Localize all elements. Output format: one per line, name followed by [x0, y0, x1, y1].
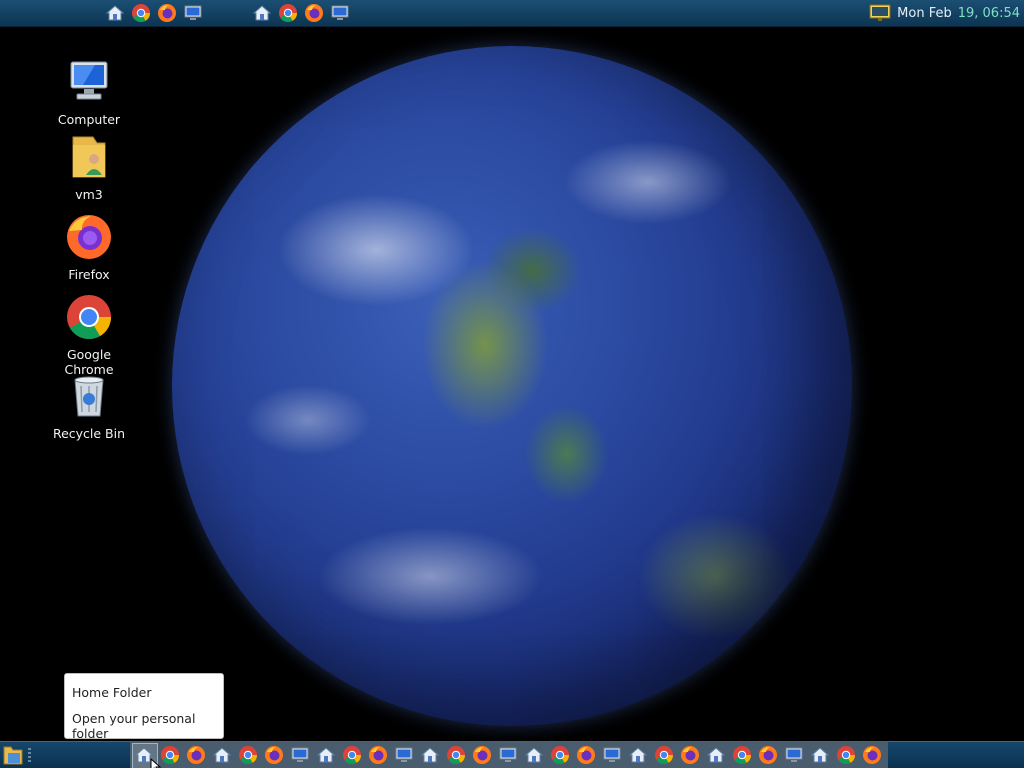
taskbar-home-icon[interactable] [523, 744, 545, 766]
taskbar-firefox-icon[interactable] [575, 744, 597, 766]
taskbar-chrome-icon[interactable] [341, 744, 363, 766]
home-folder-tooltip: Home Folder Open your personal folder [64, 673, 224, 741]
panel-handle[interactable] [28, 748, 31, 762]
recycle-bin-icon [63, 370, 115, 422]
user-folder-icon [63, 131, 115, 183]
desktop-icon-firefox[interactable]: Firefox [44, 211, 134, 282]
desktop-icon-label: Computer [57, 112, 121, 127]
desktop-icon-label: Recycle Bin [52, 426, 126, 441]
earth-wallpaper [172, 46, 852, 726]
taskbar-firefox-icon[interactable] [367, 744, 389, 766]
top-panel: Mon Feb 19, 06:54 [0, 0, 1024, 27]
desktop: Mon Feb 19, 06:54 Computer vm3 Firefox G… [0, 0, 1024, 768]
chrome-icon[interactable] [277, 2, 299, 24]
taskbar-home-icon[interactable] [809, 744, 831, 766]
taskbar-home-icon[interactable] [211, 744, 233, 766]
start-menu-button[interactable] [2, 744, 24, 766]
taskbar-chrome-icon[interactable] [549, 744, 571, 766]
desktop-icon-label: Firefox [68, 267, 110, 282]
tooltip-description: Open your personal folder [72, 711, 196, 741]
taskbar-computer-icon[interactable] [497, 744, 519, 766]
computer-icon[interactable] [182, 2, 204, 24]
clock-date: Mon Feb [897, 5, 952, 21]
taskbar-chrome-icon[interactable] [731, 744, 753, 766]
taskbar-chrome-icon[interactable] [653, 744, 675, 766]
chrome-icon[interactable] [130, 2, 152, 24]
network-icon[interactable] [869, 4, 891, 22]
taskbar-home-icon[interactable] [315, 744, 337, 766]
clock-area[interactable]: Mon Feb 19, 06:54 [869, 0, 1020, 26]
chrome-icon [63, 291, 115, 343]
firefox-icon[interactable] [156, 2, 178, 24]
taskbar-firefox-icon[interactable] [471, 744, 493, 766]
taskbar-firefox-icon[interactable] [185, 744, 207, 766]
taskbar-home-icon[interactable] [705, 744, 727, 766]
computer-icon [63, 56, 115, 108]
taskbar-chrome-icon[interactable] [445, 744, 467, 766]
taskbar-chrome-icon[interactable] [159, 744, 181, 766]
tooltip-title: Home Folder [72, 685, 152, 700]
taskbar-computer-icon[interactable] [289, 744, 311, 766]
clock-time: 19, 06:54 [957, 5, 1020, 21]
taskbar-chrome-icon[interactable] [835, 744, 857, 766]
desktop-icon-computer[interactable]: Computer [44, 56, 134, 127]
taskbar-firefox-icon[interactable] [679, 744, 701, 766]
taskbar-home-icon[interactable] [627, 744, 649, 766]
desktop-icon-google-chrome[interactable]: Google Chrome [44, 291, 134, 377]
taskbar-computer-icon[interactable] [393, 744, 415, 766]
taskbar-home-icon[interactable] [419, 744, 441, 766]
taskbar-computer-icon[interactable] [783, 744, 805, 766]
firefox-icon[interactable] [303, 2, 325, 24]
computer-icon[interactable] [329, 2, 351, 24]
desktop-icon-recycle-bin[interactable]: Recycle Bin [44, 370, 134, 441]
desktop-icon-vm3[interactable]: vm3 [44, 131, 134, 202]
firefox-icon [63, 211, 115, 263]
taskbar-firefox-icon[interactable] [757, 744, 779, 766]
taskbar-firefox-icon[interactable] [861, 744, 883, 766]
taskbar-firefox-icon[interactable] [263, 744, 285, 766]
taskbar-chrome-icon[interactable] [237, 744, 259, 766]
home-icon[interactable] [251, 2, 273, 24]
taskbar-computer-icon[interactable] [601, 744, 623, 766]
home-icon[interactable] [104, 2, 126, 24]
desktop-icon-label: vm3 [75, 187, 103, 202]
